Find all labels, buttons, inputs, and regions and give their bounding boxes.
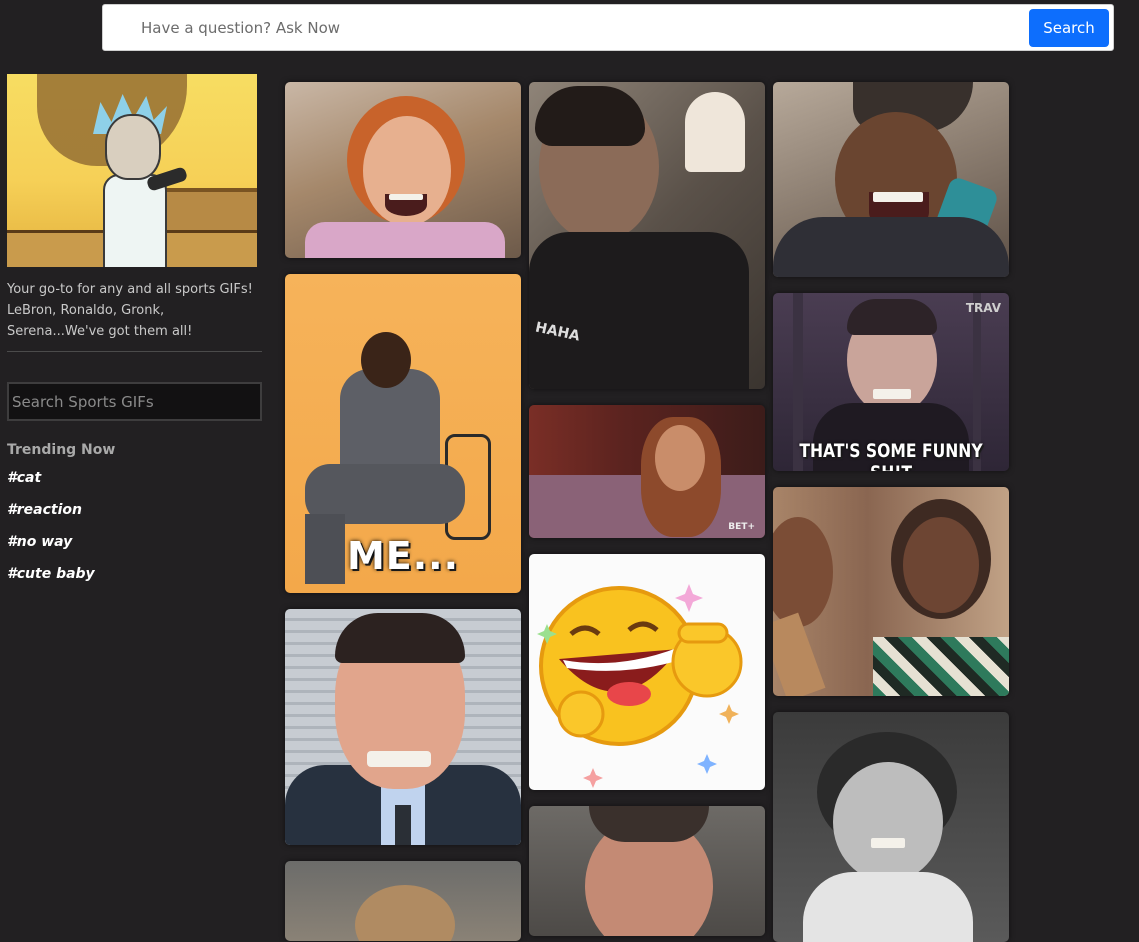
trending-title: Trending Now <box>7 442 116 458</box>
laughing-emoji-icon <box>537 584 743 788</box>
sidebar: Your go-to for any and all sports GIFs! … <box>7 74 262 598</box>
gif-caption: ME... <box>346 534 460 578</box>
gif-tile[interactable]: HAHA <box>529 82 765 389</box>
gif-tile[interactable] <box>773 712 1009 942</box>
sidebar-tagline: Your go-to for any and all sports GIFs! … <box>7 282 253 339</box>
gif-caption: THAT'S SOME FUNNY SH!T <box>799 440 983 471</box>
trending-tag-reaction[interactable]: #reaction <box>7 502 262 518</box>
trending-tags: #cat #reaction #no way #cute baby <box>7 470 262 582</box>
gif-watermark: TRAV <box>965 301 1001 315</box>
question-search-input[interactable] <box>127 12 1007 44</box>
gif-tile[interactable] <box>285 82 521 258</box>
gif-tile[interactable] <box>529 554 765 790</box>
trending-tag-cute-baby[interactable]: #cute baby <box>7 566 262 582</box>
gif-tile[interactable]: BET+ <box>529 405 765 538</box>
sports-gif-search-input[interactable] <box>7 382 262 421</box>
sidebar-divider <box>7 351 262 352</box>
top-search-bar: Search <box>102 4 1114 51</box>
gif-tile[interactable] <box>285 861 521 941</box>
search-button[interactable]: Search <box>1029 9 1109 47</box>
trending-tag-cat[interactable]: #cat <box>7 470 262 486</box>
trending-tag-no-way[interactable]: #no way <box>7 534 262 550</box>
gif-tile[interactable] <box>285 609 521 845</box>
sidebar-hero-image <box>7 74 257 267</box>
gif-tile[interactable]: ME... <box>285 274 521 593</box>
gif-tile[interactable]: TRAV THAT'S SOME FUNNY SH!T <box>773 293 1009 471</box>
gif-tile[interactable] <box>773 82 1009 277</box>
gif-tile[interactable] <box>529 806 765 936</box>
gif-watermark: BET+ <box>728 522 755 532</box>
gif-tile[interactable] <box>773 487 1009 696</box>
